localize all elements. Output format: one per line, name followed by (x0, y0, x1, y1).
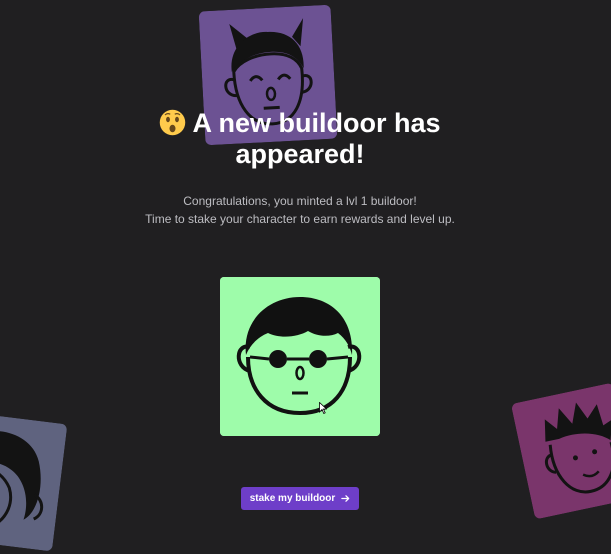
page-title: A new buildoor has appeared! (120, 108, 480, 170)
spiky-hair-buildoor-icon (510, 382, 611, 520)
subtitle-line-2: Time to stake your character to earn rew… (145, 212, 455, 226)
stake-button-label: stake my buildoor (249, 493, 336, 504)
subtitle-line-1: Congratulations, you minted a lvl 1 buil… (183, 194, 417, 208)
stake-my-buildoor-button[interactable]: stake my buildoor (241, 487, 359, 510)
headline-text: A new buildoor has appeared! (192, 108, 441, 169)
surprised-face-emoji-icon (160, 109, 186, 136)
decor-card-bob-hair (0, 412, 68, 552)
buildoor-glasses-face-icon (220, 277, 380, 436)
bob-hair-buildoor-icon (0, 412, 68, 552)
arrow-right-icon (341, 495, 350, 502)
mint-success-screen: A new buildoor has appeared! Congratulat… (0, 0, 611, 554)
mouse-cursor-icon (319, 402, 327, 414)
minted-buildoor-card (220, 277, 380, 436)
decor-card-spiky-hair (510, 382, 611, 520)
subtitle: Congratulations, you minted a lvl 1 buil… (100, 192, 500, 228)
